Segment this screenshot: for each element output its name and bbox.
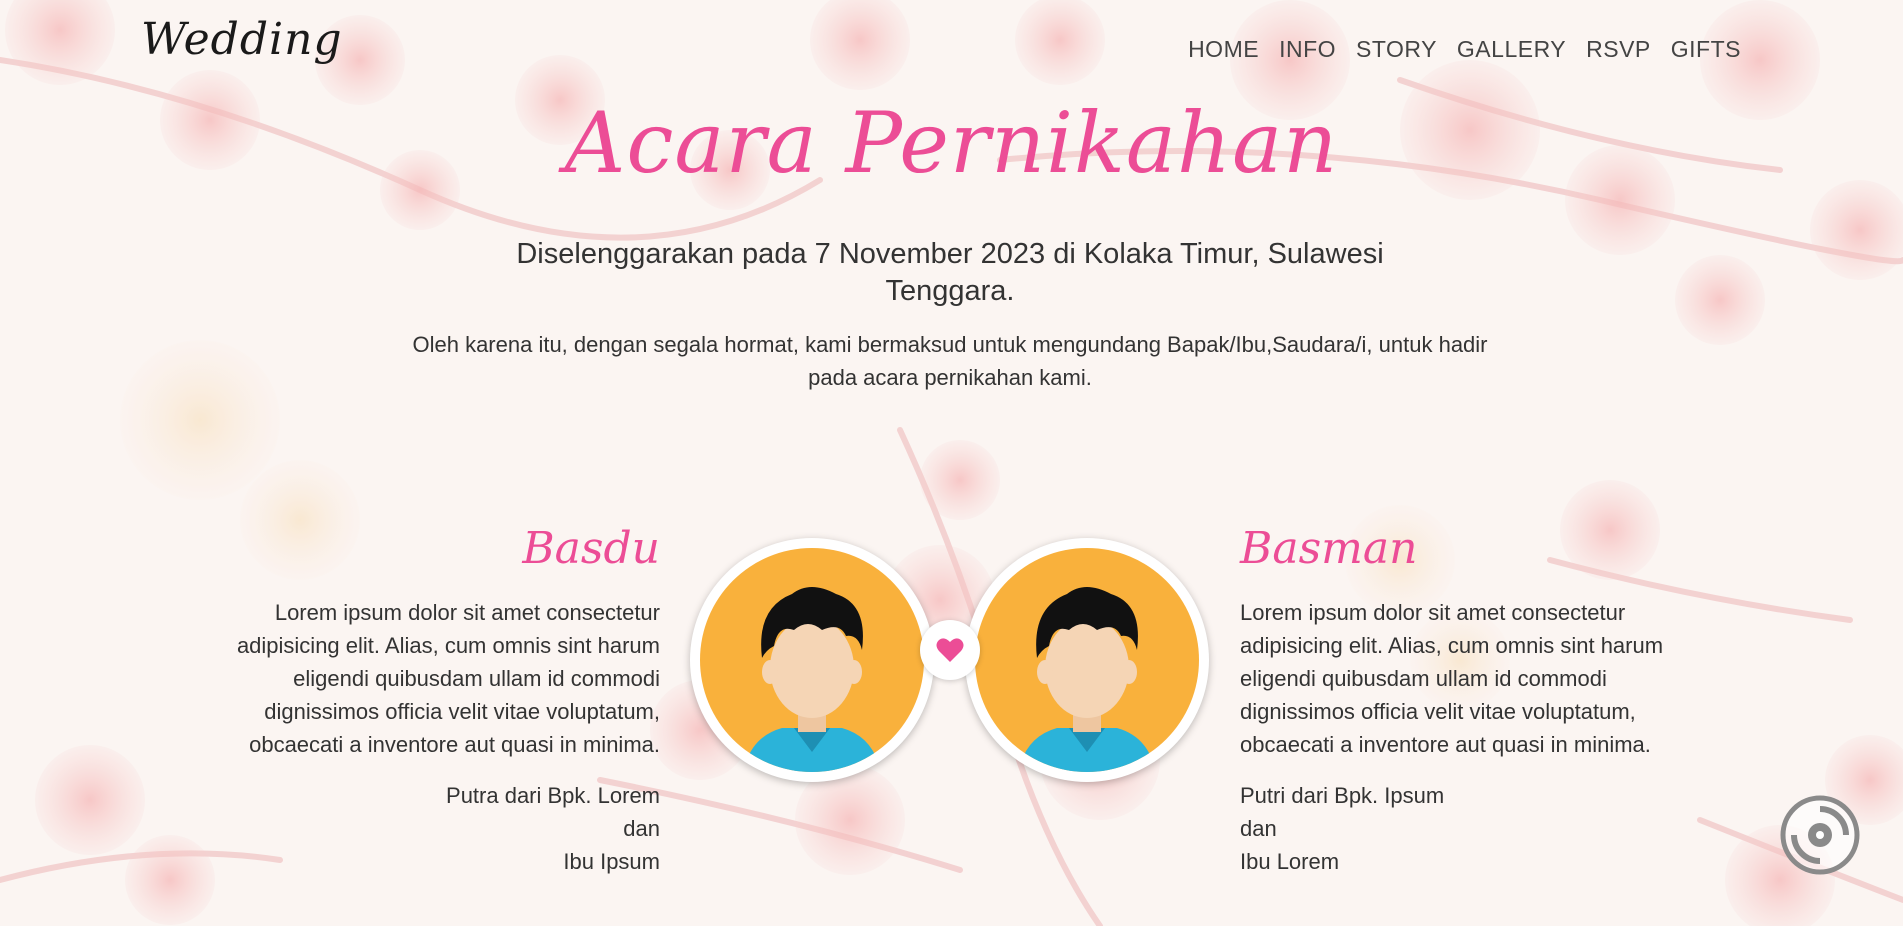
bride-description: Lorem ipsum dolor sit amet consectetur a… xyxy=(1240,600,1664,757)
invitation-note: Oleh karena itu, dengan segala hormat, k… xyxy=(412,332,1488,390)
groom-avatar xyxy=(690,538,934,782)
music-toggle-icon xyxy=(1780,795,1860,875)
bride-parents-line: Putri dari Bpk. Ipsum xyxy=(1240,783,1445,808)
bride-parents: Putri dari Bpk. Ipsum dan Ibu Lorem xyxy=(1240,779,1720,878)
music-toggle-button[interactable] xyxy=(1780,795,1860,875)
bride-parents-line: Ibu Lorem xyxy=(1240,849,1340,874)
nav-gifts-link[interactable]: GIFTS xyxy=(1661,36,1751,63)
top-navbar: Wedding HOME INFO STORY GALLERY RSVP GIF… xyxy=(0,0,1903,100)
brand-logo[interactable]: Wedding xyxy=(141,14,343,65)
nav-home-link[interactable]: HOME xyxy=(1178,36,1269,63)
groom-parents: Putra dari Bpk. Lorem dan Ibu Ipsum xyxy=(180,779,660,878)
heart-badge xyxy=(920,620,980,680)
groom-parents-line: Putra dari Bpk. Lorem xyxy=(446,783,660,808)
groom-parents-line: Ibu Ipsum xyxy=(563,849,660,874)
bride-parents-line: dan xyxy=(1240,816,1277,841)
nav-menu: HOME INFO STORY GALLERY RSVP GIFTS xyxy=(1178,36,1751,63)
groom-description: Lorem ipsum dolor sit amet consectetur a… xyxy=(236,600,660,757)
nav-info-link[interactable]: INFO xyxy=(1269,36,1346,63)
bride-name: Basman xyxy=(1240,523,1418,574)
page-title: Acara Pernikahan xyxy=(564,94,1339,192)
groom-info: Basdu Lorem ipsum dolor sit amet consect… xyxy=(180,520,660,878)
groom-name: Basdu xyxy=(522,523,660,574)
nav-gallery-link[interactable]: GALLERY xyxy=(1447,36,1576,63)
bride-info: Basman Lorem ipsum dolor sit amet consec… xyxy=(1240,520,1720,878)
event-subtitle: Diselenggarakan pada 7 November 2023 di … xyxy=(516,238,1384,307)
bride-avatar xyxy=(965,538,1209,782)
nav-rsvp-link[interactable]: RSVP xyxy=(1576,36,1661,63)
heart-icon xyxy=(936,638,964,662)
groom-parents-line: dan xyxy=(623,816,660,841)
nav-story-link[interactable]: STORY xyxy=(1346,36,1447,63)
